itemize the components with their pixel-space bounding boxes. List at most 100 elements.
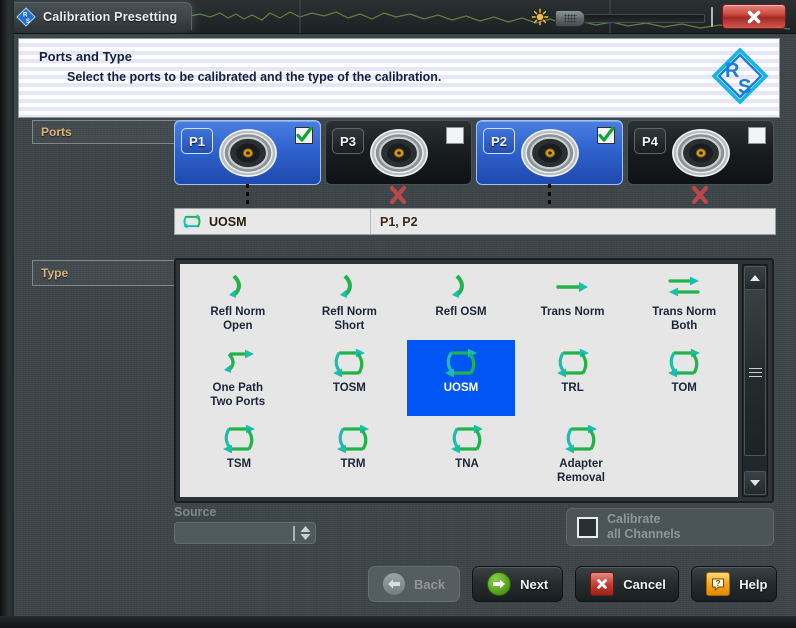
close-button[interactable] (722, 4, 786, 29)
question-bubble-icon: ? (706, 572, 731, 596)
ports-row: P1 P3 P2 P4 (174, 120, 774, 185)
window-tab[interactable]: R S Calibration Presetting (8, 2, 193, 30)
back-button-label: Back (414, 576, 446, 592)
port-checkbox-checked-icon[interactable] (295, 127, 313, 144)
type-cell-refl-osm[interactable]: Refl OSM (407, 264, 515, 340)
port-connector-icon (520, 128, 579, 177)
triangle-down-icon (750, 480, 760, 486)
reflection-arrow-icon (337, 272, 361, 302)
calibration-presetting-window: R S Calibration Presetting Ports and Typ… (0, 0, 796, 628)
source-control: Source (174, 505, 354, 544)
type-grid: Refl Norm Open Refl Norm Short Refl OSM Tr… (180, 264, 738, 497)
scroll-down-button[interactable] (744, 471, 766, 495)
port-p1[interactable]: P1 (174, 120, 321, 185)
right-arrow-icon (555, 272, 590, 302)
loop-arrow-icon (332, 348, 366, 378)
port-checkbox-unchecked-icon[interactable] (446, 127, 464, 144)
port-p4[interactable]: P4 (627, 120, 774, 185)
loop-arrow-icon (222, 424, 256, 454)
type-cell-label: Refl OSM (435, 306, 487, 318)
port-connection-dots-p2 (548, 184, 551, 206)
sun-brightness-icon[interactable] (531, 8, 549, 26)
type-cell-uosm[interactable]: UOSM (407, 340, 515, 416)
summary-ports-cell: P1, P2 (371, 215, 775, 229)
dialog-button-row: Back Next Cancel ? Help (368, 566, 778, 602)
window-frame-left (0, 0, 14, 628)
port-connector-icon (218, 128, 277, 177)
spinner-updown-icon[interactable] (300, 526, 311, 540)
back-button[interactable]: Back (368, 566, 461, 602)
cal-label-line1: Calibrate (607, 512, 661, 526)
port-excluded-x-icon-p4 (689, 183, 711, 207)
type-cell-trans-norm[interactable]: Trans Norm (519, 264, 627, 340)
calibration-summary-bar: UOSM P1, P2 (174, 208, 776, 235)
uosm-loop-icon (183, 214, 201, 229)
type-cell-label: One Path Two Ports (210, 382, 266, 408)
cancel-button-label: Cancel (623, 576, 666, 592)
slider-handle[interactable] (555, 9, 585, 27)
loop-arrow-icon (564, 424, 598, 454)
port-label-p2: P2 (483, 128, 515, 154)
type-row-0: Refl Norm Open Refl Norm Short Refl OSM Tr… (180, 264, 738, 340)
scroll-up-button[interactable] (744, 266, 766, 290)
port-checkbox-unchecked-icon[interactable] (748, 127, 766, 144)
type-cell-refl-norm-short[interactable]: Refl Norm Short (296, 264, 404, 340)
type-cell-tom[interactable]: TOM (630, 340, 738, 416)
page-title: Ports and Type (39, 49, 132, 64)
combo-divider (293, 525, 295, 541)
summary-cal-ports: P1, P2 (380, 214, 418, 229)
type-cell-trl[interactable]: TRL (519, 340, 627, 416)
type-cell-tna[interactable]: TNA (412, 416, 522, 492)
type-cell-tosm[interactable]: TOSM (296, 340, 404, 416)
grip-lines-icon (748, 368, 762, 377)
slider-grip-icon (563, 13, 577, 23)
port-p3[interactable]: P3 (325, 120, 472, 185)
port-connection-dots-p1 (246, 184, 249, 206)
rs-diamond-logo-icon: R S (711, 47, 769, 105)
help-button-label: Help (739, 576, 768, 592)
loop-arrow-icon (444, 348, 478, 378)
loop-arrow-icon (451, 425, 483, 453)
scroll-thumb[interactable] (744, 289, 766, 456)
next-button[interactable]: Next (472, 566, 564, 602)
type-scrollbar[interactable] (742, 264, 768, 497)
page-header: Ports and Type Select the ports to be ca… (18, 38, 780, 118)
help-button[interactable]: ? Help (691, 566, 778, 602)
type-cell-label: Trans Norm Both (652, 306, 717, 332)
titlebar-divider (711, 6, 713, 27)
calibrate-all-channels-checkbox[interactable]: Calibrate all Channels (566, 508, 774, 546)
checkbox-box-icon[interactable] (577, 516, 598, 538)
title-bar: R S Calibration Presetting (0, 0, 796, 34)
loop-arrow-icon (444, 349, 477, 377)
reflection-arrow-icon (340, 274, 353, 298)
loop-arrow-icon (223, 425, 255, 453)
summary-cal-type: UOSM (209, 214, 247, 229)
svg-text:R: R (23, 12, 28, 18)
source-combobox[interactable] (174, 522, 316, 544)
next-button-label: Next (520, 576, 549, 592)
type-cell-tsm[interactable]: TSM (184, 416, 294, 492)
port-connector-icon (671, 128, 730, 177)
close-icon (747, 10, 761, 23)
type-cell-trans-norm-both[interactable]: Trans Norm Both (630, 264, 738, 340)
type-cell-label: TNA (455, 458, 479, 470)
port-label-p4: P4 (634, 128, 666, 154)
port-label-p1: P1 (181, 128, 213, 154)
type-cell-adapter-removal[interactable]: Adapter Removal (526, 416, 636, 492)
port-p2[interactable]: P2 (476, 120, 623, 185)
page-subtitle: Select the ports to be calibrated and th… (67, 70, 442, 84)
type-cell-label: Refl Norm Short (321, 306, 377, 332)
type-cell-label: TOM (671, 382, 697, 394)
loop-arrow-icon (667, 348, 701, 378)
svg-text:S: S (26, 19, 30, 25)
loop-arrow-icon (337, 425, 369, 453)
port-checkbox-checked-icon[interactable] (597, 127, 615, 144)
right-arrow-icon (555, 282, 588, 292)
svg-text:S: S (738, 76, 751, 98)
cancel-button[interactable]: Cancel (575, 566, 680, 602)
type-cell-trm[interactable]: TRM (298, 416, 408, 492)
type-cell-one-path-two-ports[interactable]: One Path Two Ports (184, 340, 292, 416)
brightness-slider[interactable] (555, 9, 705, 27)
type-cell-refl-norm-open[interactable]: Refl Norm Open (184, 264, 292, 340)
port-connector-icon (369, 128, 428, 177)
